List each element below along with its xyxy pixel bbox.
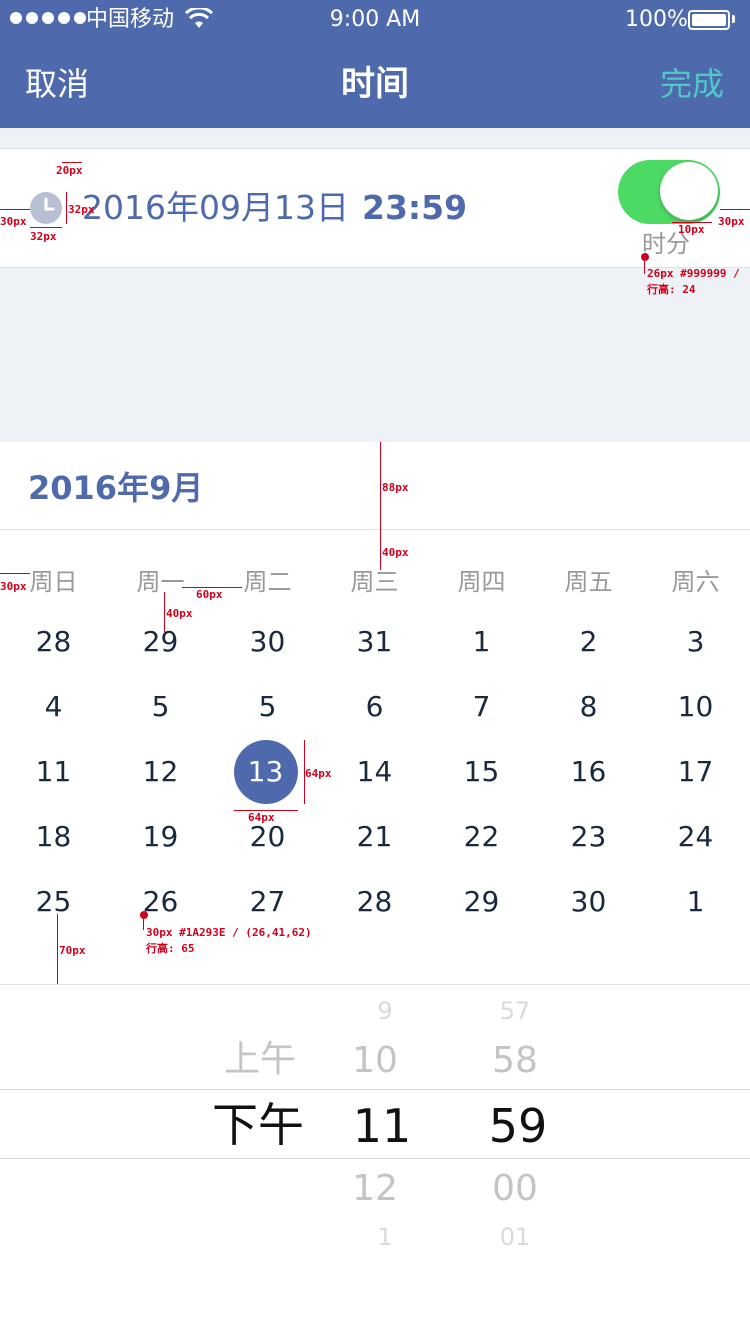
day-cell[interactable]: 28	[321, 882, 428, 922]
annotation-line	[720, 209, 750, 210]
battery-percent: 100%	[625, 7, 688, 32]
done-button[interactable]: 完成	[660, 62, 724, 106]
weekday-wed: 周三	[350, 568, 399, 596]
day-cell[interactable]: 25	[0, 882, 107, 922]
annotation-line	[380, 442, 381, 530]
time-toggle-switch[interactable]	[618, 160, 720, 224]
picker-ampm-selected[interactable]: 下午	[198, 1096, 318, 1154]
day-cell[interactable]: 29	[428, 882, 535, 922]
annotation-label: 40px	[382, 546, 409, 559]
annotation-line	[57, 914, 58, 984]
day-cell[interactable]: 4	[0, 687, 107, 727]
picker-hour-item[interactable]: 10	[315, 1038, 435, 1084]
day-cell[interactable]: 21	[321, 817, 428, 857]
day-cell[interactable]: 14	[321, 752, 428, 792]
day-cell[interactable]: 30	[535, 882, 642, 922]
weekday-sat: 周六	[671, 568, 720, 596]
day-cell[interactable]: 31	[321, 622, 428, 662]
page-title: 时间	[341, 64, 409, 104]
annotation-line	[0, 573, 30, 574]
picker-minute-item[interactable]: 58	[455, 1038, 575, 1084]
annotation-label: 30px	[718, 215, 745, 228]
annotation-label: 40px	[166, 607, 193, 620]
annotation-line	[0, 209, 30, 210]
weekday-fri: 周五	[564, 568, 613, 596]
day-cell[interactable]: 16	[535, 752, 642, 792]
annotation-line	[164, 592, 165, 632]
annotation-line	[644, 260, 645, 274]
annotation-label: 32px	[30, 230, 57, 243]
annotation-line	[66, 192, 67, 224]
annotation-line	[30, 227, 62, 228]
annotation-label: 88px	[382, 481, 409, 494]
day-cell[interactable]: 8	[535, 687, 642, 727]
day-cell[interactable]: 23	[535, 817, 642, 857]
annotation-label: 70px	[59, 944, 86, 957]
toggle-knob	[660, 162, 718, 220]
annotation-marker	[140, 911, 148, 919]
day-cell[interactable]: 5	[107, 687, 214, 727]
battery-tip	[732, 15, 735, 23]
calendar-month-title: 2016年9月	[28, 469, 204, 507]
annotation-label: 30px	[0, 580, 27, 593]
day-cell[interactable]: 22	[428, 817, 535, 857]
annotation-label: 60px	[196, 588, 223, 601]
annotation-line	[143, 918, 144, 930]
picker-minute-selected[interactable]: 59	[458, 1098, 578, 1154]
selected-time: 23:59	[362, 188, 468, 227]
day-cell[interactable]: 30	[214, 622, 321, 662]
day-cell[interactable]: 1	[642, 882, 749, 922]
picker-hour-item[interactable]: 12	[315, 1166, 435, 1212]
day-cell[interactable]: 6	[321, 687, 428, 727]
day-cell[interactable]: 17	[642, 752, 749, 792]
day-cell[interactable]: 29	[107, 622, 214, 662]
day-cell[interactable]: 24	[642, 817, 749, 857]
day-cell[interactable]: 11	[0, 752, 107, 792]
picker-minute-item[interactable]: 00	[455, 1166, 575, 1212]
annotation-label: 10px	[678, 223, 705, 236]
weekday-tue: 周二	[243, 568, 292, 596]
day-cell-selected[interactable]: 13	[212, 752, 319, 792]
battery-icon	[688, 10, 730, 30]
annotation-label: 64px	[305, 767, 332, 780]
annotation-label: 20px	[56, 164, 83, 177]
picker-hour-selected[interactable]: 11	[322, 1098, 442, 1154]
day-cell[interactable]: 3	[642, 622, 749, 662]
picker-divider	[0, 984, 750, 985]
day-cell[interactable]: 10	[642, 687, 749, 727]
picker-hour-item[interactable]: 1	[325, 1222, 445, 1252]
annotation-label: 行高: 65	[146, 942, 195, 955]
day-cell[interactable]: 1	[428, 622, 535, 662]
day-cell[interactable]: 19	[107, 817, 214, 857]
day-cell[interactable]: 5	[214, 687, 321, 727]
day-cell[interactable]: 2	[535, 622, 642, 662]
annotation-marker	[641, 253, 649, 261]
annotation-label: 行高: 24	[647, 283, 696, 296]
annotation-label: 30px	[0, 215, 27, 228]
picker-hour-item[interactable]: 9	[325, 996, 445, 1026]
annotation-label: 30px #1A293E / (26,41,62)	[146, 926, 312, 939]
day-cell[interactable]: 15	[428, 752, 535, 792]
annotation-label: 26px #999999 /	[647, 267, 740, 280]
day-cell[interactable]: 18	[0, 817, 107, 857]
annotation-line	[62, 162, 82, 163]
picker-minute-item[interactable]: 01	[455, 1222, 575, 1252]
day-cell[interactable]: 7	[428, 687, 535, 727]
day-cell[interactable]: 27	[214, 882, 321, 922]
weekday-thu: 周四	[457, 568, 506, 596]
selected-date: 2016年09月13日	[82, 188, 349, 227]
picker-ampm-item[interactable]: 上午	[200, 1036, 320, 1084]
day-cell[interactable]: 12	[107, 752, 214, 792]
clock-icon	[30, 192, 62, 224]
day-cell[interactable]: 28	[0, 622, 107, 662]
annotation-line	[380, 530, 381, 570]
picker-minute-item[interactable]: 57	[455, 996, 575, 1026]
annotation-label: 64px	[248, 811, 275, 824]
annotation-label: 32px	[68, 203, 95, 216]
day-cell[interactable]: 26	[107, 882, 214, 922]
